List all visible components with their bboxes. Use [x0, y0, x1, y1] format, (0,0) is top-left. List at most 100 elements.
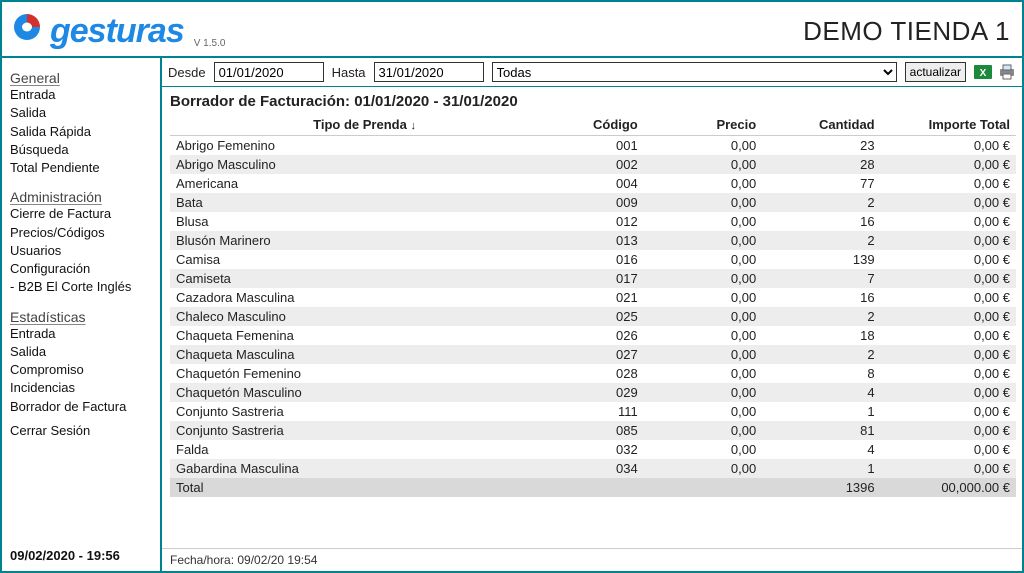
cell-precio: 0,00: [644, 212, 762, 231]
table-row: Blusa0120,00160,00 €: [170, 212, 1016, 231]
cell-cantidad: 1: [762, 459, 880, 478]
to-input[interactable]: [374, 62, 484, 82]
footer-timestamp: Fecha/hora: 09/02/20 19:54: [162, 548, 1022, 571]
cell-cantidad: 81: [762, 421, 880, 440]
cell-importe: 0,00 €: [881, 155, 1016, 174]
cell-importe: 0,00 €: [881, 440, 1016, 459]
cell-cantidad: 2: [762, 193, 880, 212]
version-label: V 1.5.0: [194, 38, 226, 51]
cell-tipo: Falda: [170, 440, 559, 459]
sidebar-item[interactable]: Salida: [10, 343, 152, 361]
cell-codigo: 021: [559, 288, 644, 307]
cell-cantidad: 2: [762, 345, 880, 364]
cell-codigo: 009: [559, 193, 644, 212]
sidebar-item[interactable]: - B2B El Corte Inglés: [10, 278, 152, 296]
sidebar-item[interactable]: Salida: [10, 104, 152, 122]
update-button[interactable]: actualizar: [905, 62, 966, 82]
sidebar-item[interactable]: Total Pendiente: [10, 159, 152, 177]
cell-precio: 0,00: [644, 459, 762, 478]
col-codigo-header[interactable]: Código: [559, 114, 644, 136]
cell-importe: 0,00 €: [881, 307, 1016, 326]
table-row: Americana0040,00770,00 €: [170, 174, 1016, 193]
sidebar-item[interactable]: Salida Rápida: [10, 123, 152, 141]
cell-precio: 0,00: [644, 269, 762, 288]
cell-precio: 0,00: [644, 136, 762, 156]
sidebar-item[interactable]: Búsqueda: [10, 141, 152, 159]
cell-precio: 0,00: [644, 193, 762, 212]
sidebar-item[interactable]: Borrador de Factura: [10, 398, 152, 416]
table-row: Abrigo Femenino0010,00230,00 €: [170, 136, 1016, 156]
cell-tipo: Blusón Marinero: [170, 231, 559, 250]
table-total-row: Total 1396 00,000.00 €: [170, 478, 1016, 497]
cell-importe: 0,00 €: [881, 364, 1016, 383]
filter-select[interactable]: Todas: [492, 62, 897, 82]
cell-importe: 0,00 €: [881, 212, 1016, 231]
cell-cantidad: 1: [762, 402, 880, 421]
cell-precio: 0,00: [644, 440, 762, 459]
svg-text:X: X: [980, 68, 987, 79]
cell-precio: 0,00: [644, 383, 762, 402]
table-row: Chaleco Masculino0250,0020,00 €: [170, 307, 1016, 326]
cell-tipo: Bata: [170, 193, 559, 212]
sidebar-clock: 09/02/2020 - 19:56: [10, 548, 152, 567]
sidebar-item[interactable]: Precios/Códigos: [10, 224, 152, 242]
from-input[interactable]: [214, 62, 324, 82]
cell-precio: 0,00: [644, 155, 762, 174]
cell-codigo: 017: [559, 269, 644, 288]
table-row: Chaqueta Femenina0260,00180,00 €: [170, 326, 1016, 345]
col-tipo-header[interactable]: Tipo de Prenda ↓: [170, 114, 559, 136]
sidebar-item[interactable]: Incidencias: [10, 379, 152, 397]
col-cantidad-header[interactable]: Cantidad: [762, 114, 880, 136]
sidebar-item-logout[interactable]: Cerrar Sesión: [10, 422, 152, 440]
cell-tipo: Cazadora Masculina: [170, 288, 559, 307]
cell-importe: 0,00 €: [881, 136, 1016, 156]
cell-importe: 0,00 €: [881, 345, 1016, 364]
cell-tipo: Conjunto Sastreria: [170, 402, 559, 421]
sidebar-item[interactable]: Entrada: [10, 325, 152, 343]
cell-tipo: Chaleco Masculino: [170, 307, 559, 326]
col-precio-header[interactable]: Precio: [644, 114, 762, 136]
excel-icon[interactable]: X: [974, 63, 992, 81]
table-row: Cazadora Masculina0210,00160,00 €: [170, 288, 1016, 307]
cell-codigo: 013: [559, 231, 644, 250]
cell-importe: 0,00 €: [881, 288, 1016, 307]
from-label: Desde: [168, 65, 206, 80]
cell-cantidad: 77: [762, 174, 880, 193]
col-importe-header[interactable]: Importe Total: [881, 114, 1016, 136]
cell-codigo: 034: [559, 459, 644, 478]
cell-importe: 0,00 €: [881, 383, 1016, 402]
table-row: Camisa0160,001390,00 €: [170, 250, 1016, 269]
main: Desde Hasta Todas actualizar X: [162, 58, 1022, 571]
cell-tipo: Blusa: [170, 212, 559, 231]
table-row: Abrigo Masculino0020,00280,00 €: [170, 155, 1016, 174]
cell-tipo: Abrigo Femenino: [170, 136, 559, 156]
total-importe: 00,000.00 €: [881, 478, 1016, 497]
cell-importe: 0,00 €: [881, 250, 1016, 269]
cell-importe: 0,00 €: [881, 193, 1016, 212]
sidebar-item[interactable]: Entrada: [10, 86, 152, 104]
cell-tipo: Conjunto Sastreria: [170, 421, 559, 440]
table-row: Conjunto Sastreria0850,00810,00 €: [170, 421, 1016, 440]
cell-precio: 0,00: [644, 288, 762, 307]
cell-importe: 0,00 €: [881, 231, 1016, 250]
cell-cantidad: 8: [762, 364, 880, 383]
table-row: Chaquetón Femenino0280,0080,00 €: [170, 364, 1016, 383]
cell-importe: 0,00 €: [881, 269, 1016, 288]
report-content: Borrador de Facturación: 01/01/2020 - 31…: [162, 87, 1022, 548]
sidebar-item[interactable]: Configuración: [10, 260, 152, 278]
total-label: Total: [170, 478, 559, 497]
filter-bar: Desde Hasta Todas actualizar X: [162, 58, 1022, 87]
table-row: Chaqueta Masculina0270,0020,00 €: [170, 345, 1016, 364]
sidebar-item[interactable]: Compromiso: [10, 361, 152, 379]
cell-tipo: Chaquetón Femenino: [170, 364, 559, 383]
cell-precio: 0,00: [644, 345, 762, 364]
cell-importe: 0,00 €: [881, 174, 1016, 193]
sidebar-item[interactable]: Cierre de Factura: [10, 205, 152, 223]
table-row: Bata0090,0020,00 €: [170, 193, 1016, 212]
cell-tipo: Abrigo Masculino: [170, 155, 559, 174]
sidebar-item[interactable]: Usuarios: [10, 242, 152, 260]
cell-importe: 0,00 €: [881, 421, 1016, 440]
cell-cantidad: 16: [762, 288, 880, 307]
print-icon[interactable]: [998, 63, 1016, 81]
cell-precio: 0,00: [644, 174, 762, 193]
